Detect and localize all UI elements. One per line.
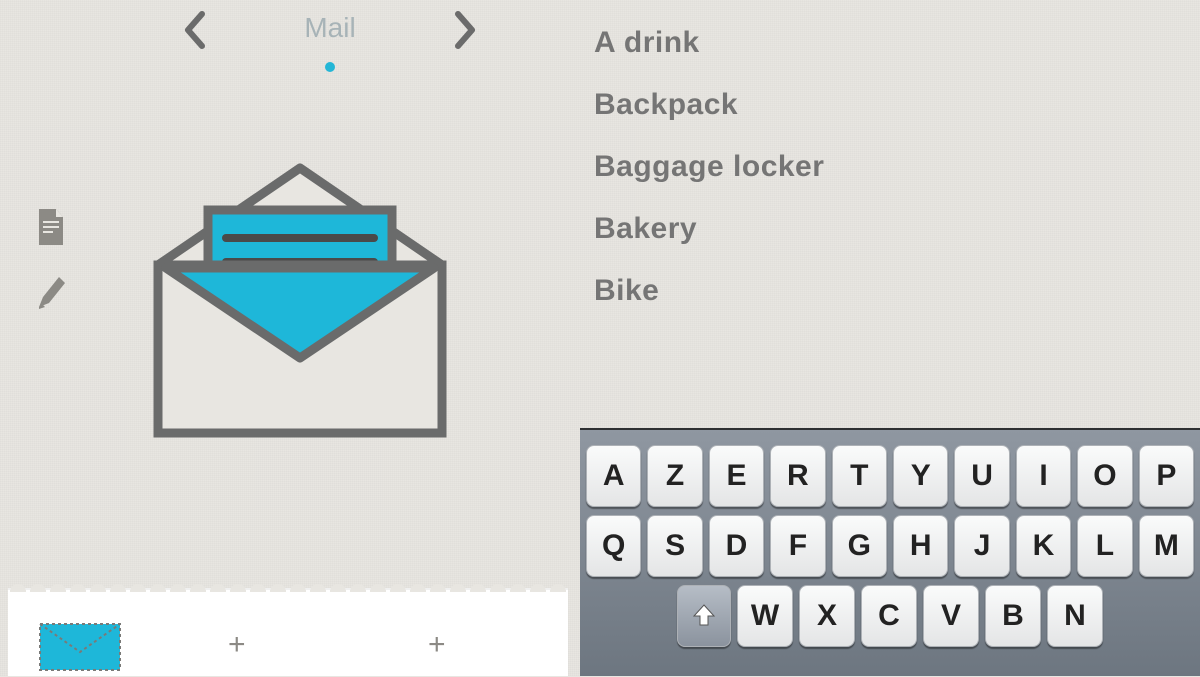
key[interactable]: V	[923, 585, 979, 647]
list-item[interactable]: Backpack	[594, 74, 1190, 136]
key[interactable]: Y	[893, 445, 948, 507]
key[interactable]: E	[709, 445, 764, 507]
word-list: A drink Backpack Baggage locker Bakery B…	[594, 12, 1190, 322]
key[interactable]: Q	[586, 515, 641, 577]
keyboard-row: A Z E R T Y U I O P	[586, 445, 1194, 507]
word-search-pane: A drink Backpack Baggage locker Bakery B…	[580, 0, 1200, 676]
page-indicator-dot	[325, 62, 335, 72]
key[interactable]: C	[861, 585, 917, 647]
list-item[interactable]: A drink	[594, 12, 1190, 74]
key[interactable]: B	[985, 585, 1041, 647]
keyboard-row: W X C V B N	[590, 585, 1190, 647]
keyboard-row: Q S D F G H J K L M	[586, 515, 1194, 577]
key[interactable]: X	[799, 585, 855, 647]
shift-key-icon[interactable]	[677, 585, 731, 647]
document-icon[interactable]	[35, 207, 67, 247]
list-item[interactable]: Baggage locker	[594, 136, 1190, 198]
mail-envelope-icon	[130, 150, 470, 450]
add-slot-button[interactable]: +	[428, 628, 446, 662]
key[interactable]: M	[1139, 515, 1194, 577]
chevron-left-icon[interactable]	[180, 10, 210, 50]
key[interactable]: O	[1077, 445, 1132, 507]
key[interactable]: R	[770, 445, 825, 507]
pencil-icon[interactable]	[35, 273, 67, 313]
key[interactable]: I	[1016, 445, 1071, 507]
key[interactable]: S	[647, 515, 702, 577]
key[interactable]: G	[832, 515, 887, 577]
key[interactable]: J	[954, 515, 1009, 577]
list-item[interactable]: Bakery	[594, 198, 1190, 260]
add-slot-button[interactable]: +	[228, 628, 246, 662]
key[interactable]: P	[1139, 445, 1194, 507]
key[interactable]: K	[1016, 515, 1071, 577]
mini-mail-icon[interactable]	[38, 616, 122, 677]
key[interactable]: U	[954, 445, 1009, 507]
category-nav: Mail	[120, 10, 540, 70]
side-tool-icons	[35, 195, 67, 339]
onscreen-keyboard: A Z E R T Y U I O P Q S D F G H J K L M	[580, 428, 1200, 676]
key[interactable]: A	[586, 445, 641, 507]
key[interactable]: L	[1077, 515, 1132, 577]
key[interactable]: W	[737, 585, 793, 647]
key[interactable]: T	[832, 445, 887, 507]
key[interactable]: H	[893, 515, 948, 577]
chevron-right-icon[interactable]	[450, 10, 480, 50]
icon-picker-pane: Mail	[0, 0, 580, 676]
key[interactable]: F	[770, 515, 825, 577]
key[interactable]: Z	[647, 445, 702, 507]
category-title: Mail	[304, 12, 355, 44]
bottom-slot-strip: + +	[8, 588, 568, 676]
key[interactable]: D	[709, 515, 764, 577]
list-item[interactable]: Bike	[594, 260, 1190, 322]
key[interactable]: N	[1047, 585, 1103, 647]
